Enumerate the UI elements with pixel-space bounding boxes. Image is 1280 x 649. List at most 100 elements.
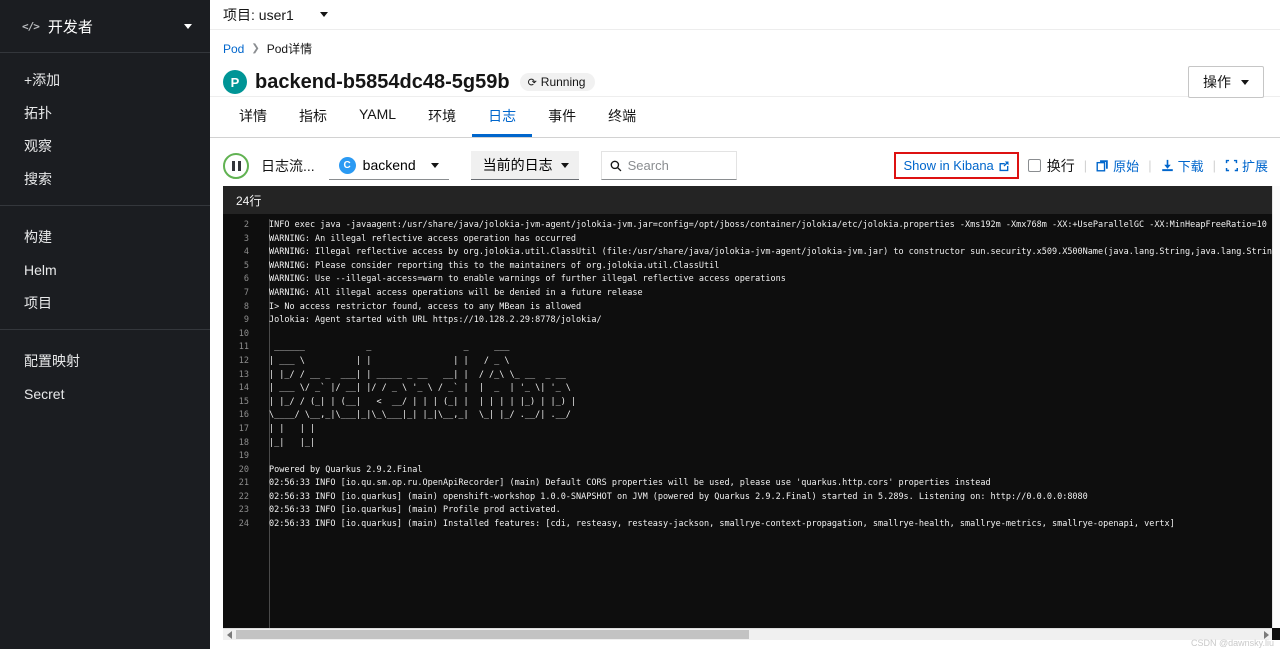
main-content: 项目: user1 Pod ❯ Pod详情 P backend-b5854dc4…	[210, 0, 1280, 649]
log-line-number: 13	[238, 369, 249, 380]
dev-sidebar: </> 开发者 +添加 拓扑 观察 搜索 构建 Helm 项目 配置映射 Sec…	[0, 0, 210, 649]
wrap-lines-control[interactable]: 换行	[1027, 156, 1075, 176]
show-in-kibana-label: Show in Kibana	[903, 158, 994, 173]
expand-icon	[1225, 159, 1238, 172]
sidebar-group-resources: 构建 Helm 项目	[0, 210, 210, 325]
sidebar-item-helm[interactable]: Helm	[0, 253, 210, 286]
log-line-number: 21	[238, 478, 249, 489]
project-bar: 项目: user1	[210, 0, 1280, 30]
log-line-number: 17	[238, 423, 249, 434]
watermark: CSDN @dawnsky.liu	[1191, 638, 1274, 648]
log-line-text: WARNING: An illegal reflective access op…	[269, 233, 577, 244]
sidebar-item-add[interactable]: +添加	[0, 63, 210, 96]
sidebar-item-project[interactable]: 项目	[0, 286, 210, 319]
tab-environment[interactable]: 环境	[412, 97, 472, 137]
actions-button[interactable]: 操作	[1188, 66, 1264, 98]
perspective-switcher[interactable]: </> 开发者	[0, 0, 210, 53]
log-line: 7 WARNING: All illegal access operations…	[223, 287, 1272, 301]
log-line: 13 | |_/ / __ _ ___| | _____ _ __ __| | …	[223, 369, 1272, 383]
log-line-number: 5	[243, 260, 249, 271]
show-in-kibana-link[interactable]: Show in Kibana	[903, 158, 1009, 173]
log-line-number: 6	[243, 274, 249, 285]
log-line-number: 2	[243, 220, 249, 230]
log-line: 8 I> No access restrictor found, access …	[223, 301, 1272, 315]
log-line-text: 02:56:33 INFO [io.quarkus] (main) opensh…	[269, 491, 1088, 502]
log-type-select[interactable]: 当前的日志	[470, 151, 579, 180]
sidebar-divider	[0, 205, 210, 206]
sync-icon: ⟳	[527, 76, 537, 89]
code-icon: </>	[22, 19, 40, 33]
sidebar-item-builds[interactable]: 构建	[0, 220, 210, 253]
log-vertical-scrollbar[interactable]	[1272, 186, 1280, 628]
wrap-lines-label: 换行	[1046, 157, 1075, 174]
sidebar-item-topology[interactable]: 拓扑	[0, 96, 210, 129]
log-line-number: 7	[243, 287, 249, 298]
chevron-down-icon	[560, 162, 569, 168]
expand-label: 扩展	[1241, 159, 1268, 174]
log-line: 22 02:56:33 INFO [io.quarkus] (main) ope…	[223, 491, 1272, 505]
log-line-text: | | | |	[269, 423, 316, 434]
log-line-number: 20	[238, 464, 249, 475]
raw-label: 原始	[1113, 159, 1140, 174]
tab-terminal[interactable]: 终端	[592, 97, 652, 137]
sidebar-item-configmaps[interactable]: 配置映射	[0, 344, 210, 377]
actions-button-label: 操作	[1203, 74, 1231, 90]
project-selector[interactable]: 项目: user1	[223, 5, 328, 25]
tab-details[interactable]: 详情	[223, 97, 283, 137]
status-text: Running	[540, 75, 586, 89]
tab-yaml[interactable]: YAML	[343, 97, 412, 137]
sidebar-group-config: 配置映射 Secret	[0, 334, 210, 416]
log-line-text: WARNING: Please consider reporting this …	[269, 260, 720, 271]
log-toolbar-right: Show in Kibana 换行 | 原始 | 下载 | 扩展	[894, 152, 1268, 179]
download-link[interactable]: 下载	[1161, 156, 1204, 175]
wrap-lines-checkbox[interactable]	[1027, 159, 1041, 172]
log-line-text: WARNING: Illegal reflective access by or…	[269, 247, 1272, 258]
toolbar-separator: |	[1148, 158, 1152, 173]
breadcrumb-current: Pod详情	[266, 42, 313, 56]
container-select-value: backend	[362, 157, 416, 173]
pod-resource-icon: P	[223, 70, 247, 94]
log-line-number: 22	[238, 491, 249, 502]
container-select[interactable]: C backend	[328, 151, 449, 180]
scrollbar-thumb[interactable]	[236, 630, 749, 639]
search-input[interactable]	[627, 158, 728, 173]
log-line: 12 | ___ \ | | | | / _ \	[223, 355, 1272, 369]
log-line-count: 24行	[223, 186, 1280, 214]
pause-log-button[interactable]	[223, 152, 249, 179]
log-horizontal-scrollbar[interactable]	[223, 628, 1272, 640]
chevron-down-icon	[184, 23, 192, 29]
sidebar-item-secret[interactable]: Secret	[0, 377, 210, 410]
log-output: 2 INFO exec java -javaagent:/usr/share/j…	[223, 214, 1272, 628]
external-link-icon	[999, 161, 1009, 171]
tab-metrics[interactable]: 指标	[283, 97, 343, 137]
scroll-left-arrow-icon[interactable]	[223, 629, 235, 641]
log-line-text: Jolokia: Agent started with URL https://…	[269, 315, 602, 326]
tab-events[interactable]: 事件	[532, 97, 592, 137]
log-line: 5 WARNING: Please consider reporting thi…	[223, 260, 1272, 274]
log-type-value: 当前的日志	[482, 157, 553, 173]
tab-logs[interactable]: 日志	[472, 97, 533, 137]
expand-link[interactable]: 扩展	[1225, 156, 1268, 175]
log-line-text: | |_/ / __ _ ___| | _____ _ __ __| | / /…	[269, 369, 566, 380]
log-line-text: | ___ \ | | | | / _ \	[269, 355, 510, 366]
log-stream-label: 日志流...	[261, 157, 315, 174]
breadcrumb-pod-link[interactable]: Pod	[223, 42, 244, 56]
log-line-number: 12	[238, 355, 249, 366]
log-line-text: | ___ \/ _` |/ __| |/ / _ \ '_ \ / _` | …	[269, 383, 571, 394]
page-title: backend-b5854dc48-5g59b	[255, 70, 510, 93]
log-line: 9 Jolokia: Agent started with URL https:…	[223, 314, 1272, 328]
log-line-text: 02:56:33 INFO [io.qu.sm.op.ru.OpenApiRec…	[269, 478, 991, 489]
log-line-number: 18	[238, 437, 249, 448]
raw-link[interactable]: 原始	[1096, 156, 1139, 175]
chevron-down-icon	[1241, 79, 1249, 85]
log-line: 6 WARNING: Use --illegal-access=warn to …	[223, 273, 1272, 287]
log-line-number: 16	[238, 410, 249, 421]
log-line: 17 | | | |	[223, 423, 1272, 437]
log-line-text: ______ _ _ ___	[269, 342, 510, 353]
sidebar-item-search[interactable]: 搜索	[0, 162, 210, 195]
page-header: Pod ❯ Pod详情 P backend-b5854dc48-5g59b ⟳ …	[210, 30, 1280, 98]
log-line: 4 WARNING: Illegal reflective access by …	[223, 246, 1272, 260]
sidebar-item-observe[interactable]: 观察	[0, 129, 210, 162]
log-line-number: 23	[238, 505, 249, 516]
chevron-down-icon	[430, 162, 439, 168]
